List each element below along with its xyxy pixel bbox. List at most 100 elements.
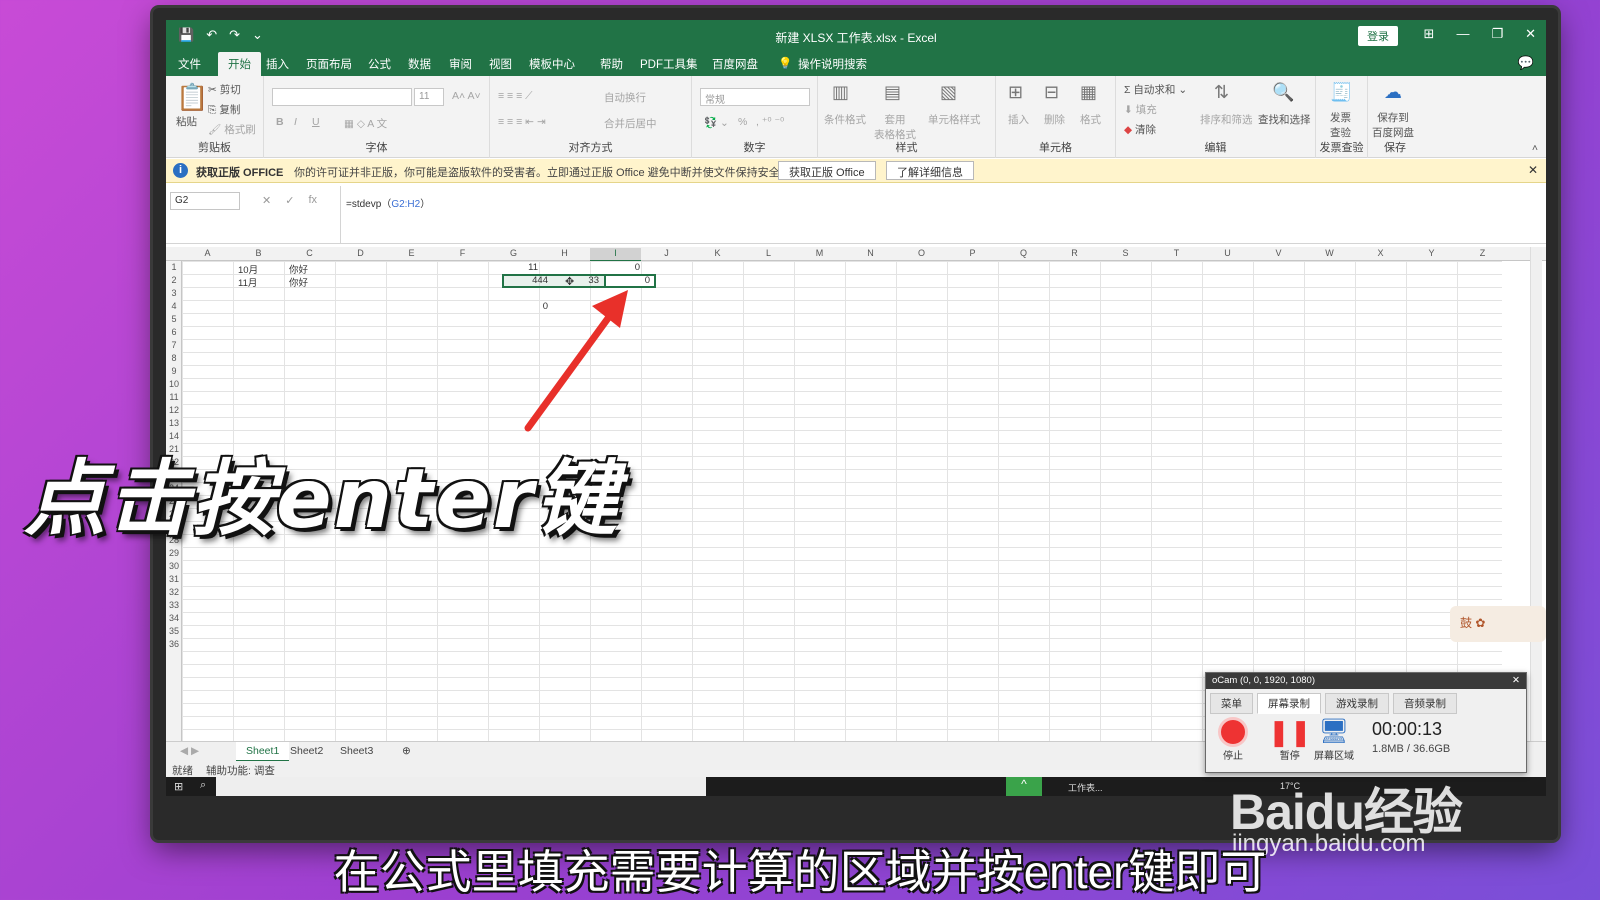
column-header[interactable]: O [896,248,947,258]
restore-icon[interactable]: ❐ [1491,26,1503,42]
ocam-screen-button[interactable]: 🖥 屏幕区域 [1314,717,1354,762]
column-header[interactable]: G [488,248,539,258]
tab-templates[interactable]: 模板中心 [529,56,575,72]
italic-button[interactable]: I [294,116,297,128]
learn-more-button[interactable]: 了解详细信息 [886,161,974,180]
formula-input[interactable]: =stdevp（G2:H2） [346,195,430,210]
column-header[interactable]: P [947,248,998,258]
row-header[interactable]: 34 [166,613,182,623]
cell-styles-icon[interactable]: ▧ [940,82,957,103]
get-office-button[interactable]: 获取正版 Office [778,161,876,180]
tab-formulas[interactable]: 公式 [368,56,391,72]
column-header[interactable]: H [539,248,590,258]
column-header[interactable]: C [284,248,335,258]
tab-home[interactable]: 开始 [218,52,261,76]
sheet-tab-2[interactable]: Sheet2 [290,745,323,757]
row-header[interactable]: 10 [166,379,182,389]
save-to-baidu-button[interactable]: 保存到 百度网盘 [1372,110,1414,140]
column-header[interactable]: T [1151,248,1202,258]
find-select-icon[interactable]: 🔍 [1272,82,1294,103]
table-format-icon[interactable]: ▤ [884,82,901,103]
ocam-tab-game[interactable]: 游戏录制 [1325,693,1389,714]
add-sheet-icon[interactable]: ⊕ [402,745,411,757]
ribbon-display-icon[interactable]: ⊞ [1424,26,1435,42]
paste-icon[interactable]: 📋 [176,82,208,113]
border-icon[interactable]: ▦ ◇ A 文 [344,116,387,131]
tab-review[interactable]: 审阅 [449,56,472,72]
percent-button[interactable]: % [738,116,747,128]
row-header[interactable]: 1 [166,262,182,272]
ocam-tab-menu[interactable]: 菜单 [1210,693,1253,714]
fill-button[interactable]: ⬇ 填充 [1124,102,1157,117]
row-header[interactable]: 8 [166,353,182,363]
column-header[interactable]: S [1100,248,1151,258]
column-header[interactable]: Z [1457,248,1508,258]
tab-pdf-tools[interactable]: PDF工具集 [640,56,698,72]
close-icon[interactable]: ✕ [1525,26,1536,42]
ocam-pause-button[interactable]: ❚❚ 暂停 [1268,717,1312,762]
row-header[interactable]: 7 [166,340,182,350]
cell-B2[interactable]: 11月 [238,275,257,289]
underline-button[interactable]: U [312,116,320,128]
row-header[interactable]: 32 [166,587,182,597]
column-header[interactable]: W [1304,248,1355,258]
column-header[interactable]: D [335,248,386,258]
format-cells-button[interactable]: 格式 [1080,112,1101,127]
column-header[interactable]: U [1202,248,1253,258]
number-format-combo[interactable]: 常规 [700,88,810,106]
font-size-combo[interactable]: 11 [414,88,444,106]
collapse-ribbon-icon[interactable]: ˄ [1532,142,1538,154]
prev-sheet-icon[interactable]: ◀ ▶ [180,745,199,757]
ocam-close-icon[interactable]: ✕ [1512,675,1520,686]
column-header[interactable]: K [692,248,743,258]
align-top-icon[interactable]: ≡ ≡ ≡ ⟋ [498,90,532,103]
wrap-text-button[interactable]: 自动换行 [604,90,646,105]
column-header[interactable]: I [590,248,641,262]
column-header[interactable]: B [233,248,284,258]
copy-button[interactable]: ⎘ 复制 [208,102,240,117]
column-header[interactable]: F [437,248,488,258]
insert-cells-button[interactable]: 插入 [1008,112,1029,127]
search-icon[interactable]: ⌕ [200,779,206,792]
tab-baidu-pan[interactable]: 百度网盘 [712,56,758,72]
column-header[interactable]: V [1253,248,1304,258]
accessibility-status[interactable]: 辅助功能: 调查 [206,763,275,778]
insert-function-icon[interactable]: fx [308,194,317,207]
grow-font-icon[interactable]: A˄ A˅ [452,90,481,102]
sort-filter-icon[interactable]: ⇅ [1214,82,1229,103]
row-header[interactable]: 4 [166,301,182,311]
find-select-button[interactable]: 查找和选择 [1258,112,1311,127]
comment-icon[interactable]: 💬 [1518,55,1534,71]
column-header[interactable]: X [1355,248,1406,258]
ocam-stop-button[interactable]: 停止 [1218,717,1248,762]
insert-cells-icon[interactable]: ⊞ [1008,82,1023,103]
confirm-entry-icon[interactable]: ✓ [285,194,294,207]
clear-button[interactable]: ◆ 清除 [1124,122,1156,137]
taskbar-up-icon[interactable]: ^ [1006,777,1042,796]
sheet-tab-3[interactable]: Sheet3 [340,745,373,757]
row-header[interactable]: 36 [166,639,182,649]
row-header[interactable]: 6 [166,327,182,337]
cancel-entry-icon[interactable]: ✕ [262,194,271,207]
row-header[interactable]: 9 [166,366,182,376]
tab-data[interactable]: 数据 [408,56,431,72]
conditional-format-icon[interactable]: ▥ [832,82,849,103]
close-notice-icon[interactable]: ✕ [1528,163,1538,177]
row-header[interactable]: 30 [166,561,182,571]
floating-badge[interactable]: 鼓 ✿ [1450,606,1546,642]
cell-G1[interactable]: 11 [490,262,538,273]
row-header[interactable]: 12 [166,405,182,415]
align-left-icon[interactable]: ≡ ≡ ≡ ⇤ ⇥ [498,116,546,128]
baidu-cloud-icon[interactable]: ☁ [1384,82,1402,103]
ocam-tab-audio[interactable]: 音频录制 [1393,693,1457,714]
delete-cells-button[interactable]: 删除 [1044,112,1065,127]
invoice-check-button[interactable]: 发票 查验 [1330,110,1351,140]
windows-start-icon[interactable]: ⊞ [174,780,183,793]
cut-button[interactable]: ✂ 剪切 [208,82,241,97]
login-button[interactable]: 登录 [1358,26,1398,46]
ocam-tab-screen[interactable]: 屏幕录制 [1257,693,1321,714]
paste-button[interactable]: 粘贴 [176,114,197,129]
column-header[interactable]: N [845,248,896,258]
currency-icon[interactable]: 💱 ⌄ [704,116,729,129]
row-header[interactable]: 33 [166,600,182,610]
